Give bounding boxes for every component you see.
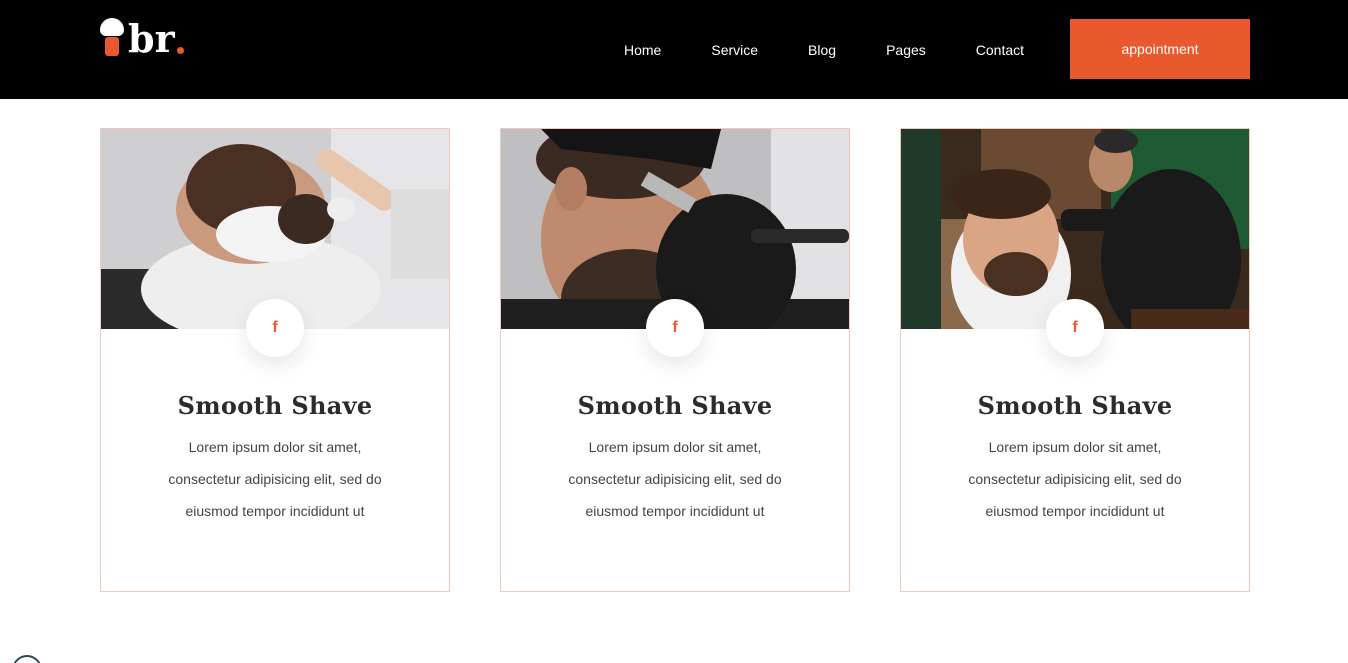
facebook-button[interactable]: f (646, 299, 704, 357)
nav-pages[interactable]: Pages (886, 42, 926, 58)
logo-text: br (128, 16, 175, 61)
nav-contact[interactable]: Contact (976, 42, 1024, 58)
card-title: Smooth Shave (577, 391, 773, 420)
service-card: f Smooth Shave Lorem ipsum dolor sit ame… (500, 128, 850, 592)
facebook-icon: f (672, 319, 678, 336)
facebook-button[interactable]: f (1046, 299, 1104, 357)
facebook-icon: f (1072, 319, 1078, 336)
card-title: Smooth Shave (977, 391, 1173, 420)
service-card: f Smooth Shave Lorem ipsum dolor sit ame… (900, 128, 1250, 592)
card-title: Smooth Shave (177, 391, 373, 420)
logo-dot (176, 47, 184, 54)
card-description: Lorem ipsum dolor sit amet, consectetur … (168, 439, 382, 519)
site-logo[interactable]: br (100, 18, 184, 58)
card-description: Lorem ipsum dolor sit amet, consectetur … (968, 439, 1182, 519)
card-description: Lorem ipsum dolor sit amet, consectetur … (568, 439, 782, 519)
nav-home[interactable]: Home (624, 42, 661, 58)
service-card: f Smooth Shave Lorem ipsum dolor sit ame… (100, 128, 450, 592)
nav-blog[interactable]: Blog (808, 42, 836, 58)
facebook-icon: f (272, 319, 278, 336)
shaving-brush-icon (100, 18, 124, 58)
scroll-indicator (12, 655, 42, 663)
facebook-button[interactable]: f (246, 299, 304, 357)
site-header: br Home Service Blog Pages Contact appoi… (0, 0, 1348, 99)
appointment-button[interactable]: appointment (1070, 19, 1250, 79)
nav-service[interactable]: Service (711, 42, 758, 58)
main-nav: Home Service Blog Pages Contact (600, 0, 1024, 99)
